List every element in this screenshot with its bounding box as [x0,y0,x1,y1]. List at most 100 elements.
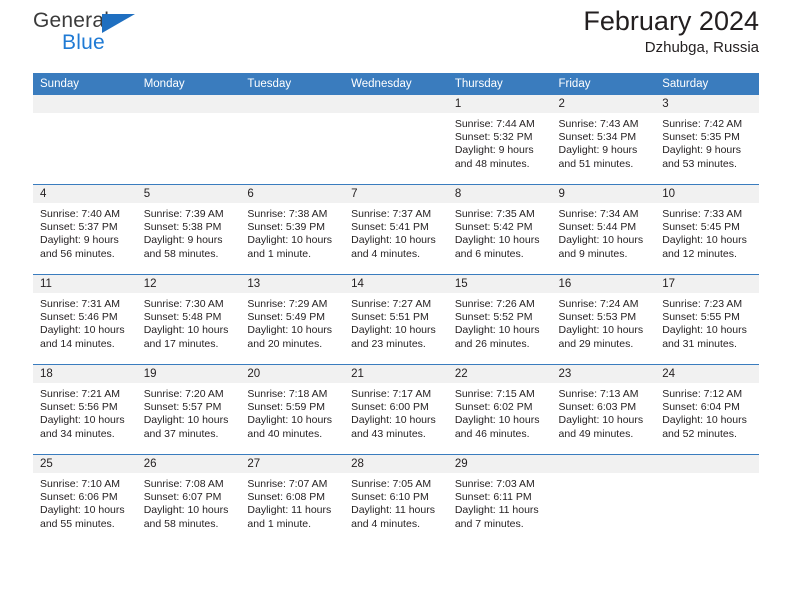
day-sun-info: Sunrise: 7:24 AM Sunset: 5:53 PM Daylight:… [552,293,656,351]
sunset-text: Sunset: 5:39 PM [247,221,326,234]
daylight-text-cont: and 46 minutes. [454,427,530,440]
daylight-text-cont: and 58 minutes. [143,247,219,260]
day-number: 20 [240,365,345,383]
sunrise-text: Sunrise: 7:42 AM [662,118,743,130]
calendar-day-cell-empty [240,95,345,185]
calendar-day-cell[interactable]: 18 Sunrise: 7:21 AM Sunset: 5:56 PM Dayligh… [33,364,137,455]
weekday-header-friday: Friday [551,73,656,95]
sunrise-text: Sunrise: 7:39 AM [143,208,224,220]
weekday-header-tuesday: Tuesday [240,73,345,95]
calendar-day-cell[interactable]: 4 Sunrise: 7:40 AM Sunset: 5:37 PM Daylight… [33,184,137,275]
day-number: 19 [136,365,241,383]
daylight-text: Daylight: 10 hours [143,414,229,427]
daylight-text: Daylight: 10 hours [40,414,125,427]
daylight-text: Daylight: 9 hours [558,144,638,157]
calendar-week-row: 4 Sunrise: 7:40 AM Sunset: 5:37 PM Daylight… [33,184,759,275]
day-sun-info: Sunrise: 7:43 AM Sunset: 5:34 PM Daylight:… [552,113,656,171]
daylight-text-cont: and 6 minutes. [454,247,524,260]
calendar-day-cell[interactable]: 21 Sunrise: 7:17 AM Sunset: 6:00 PM Dayligh… [344,364,448,455]
calendar-day-cell[interactable]: 9 Sunrise: 7:34 AM Sunset: 5:44 PM Daylight… [551,184,656,275]
day-sun-info: Sunrise: 7:15 AM Sunset: 6:02 PM Daylight:… [448,383,552,441]
calendar-day-cell[interactable]: 24 Sunrise: 7:12 AM Sunset: 6:04 PM Dayligh… [655,364,759,455]
day-sun-info: Sunrise: 7:10 AM Sunset: 6:06 PM Daylight:… [33,473,137,531]
calendar-day-cell[interactable]: 28 Sunrise: 7:05 AM Sunset: 6:10 PM Dayligh… [344,454,448,544]
sunrise-text: Sunrise: 7:40 AM [40,208,120,220]
day-number: 12 [136,275,241,293]
day-number [240,95,345,113]
day-sun-info: Sunrise: 7:27 AM Sunset: 5:51 PM Daylight:… [344,293,448,351]
calendar-day-cell[interactable]: 23 Sunrise: 7:13 AM Sunset: 6:03 PM Dayligh… [551,364,656,455]
day-number: 14 [344,275,448,293]
calendar-week-row: 18 Sunrise: 7:21 AM Sunset: 5:56 PM Dayligh… [33,364,759,455]
sunset-text: Sunset: 5:51 PM [351,311,429,324]
calendar-day-cell[interactable]: 8 Sunrise: 7:35 AM Sunset: 5:42 PM Daylight… [447,184,552,275]
day-number: 8 [447,185,552,203]
daylight-text: Daylight: 10 hours [247,414,333,427]
calendar-day-cell[interactable]: 3 Sunrise: 7:42 AM Sunset: 5:35 PM Daylight… [655,95,759,185]
day-number: 17 [655,275,759,293]
calendar-day-cell[interactable]: 2 Sunrise: 7:43 AM Sunset: 5:34 PM Daylight… [551,95,656,185]
calendar-day-cell[interactable]: 11 Sunrise: 7:31 AM Sunset: 5:46 PM Dayligh… [33,274,137,365]
sunrise-text: Sunrise: 7:37 AM [351,208,432,220]
daylight-text-cont: and 58 minutes. [143,517,219,530]
calendar-day-cell[interactable]: 17 Sunrise: 7:23 AM Sunset: 5:55 PM Dayligh… [655,274,759,365]
daylight-text: Daylight: 10 hours [662,414,747,427]
calendar-day-cell[interactable]: 14 Sunrise: 7:27 AM Sunset: 5:51 PM Dayligh… [344,274,448,365]
sunrise-text: Sunrise: 7:17 AM [351,388,432,400]
calendar-day-cell[interactable]: 13 Sunrise: 7:29 AM Sunset: 5:49 PM Dayligh… [240,274,345,365]
page-title: February 2024 [583,6,759,36]
calendar-day-cell[interactable]: 16 Sunrise: 7:24 AM Sunset: 5:53 PM Dayligh… [551,274,656,365]
calendar-day-cell[interactable]: 12 Sunrise: 7:30 AM Sunset: 5:48 PM Dayligh… [136,274,241,365]
calendar-day-cell[interactable]: 5 Sunrise: 7:39 AM Sunset: 5:38 PM Daylight… [136,184,241,275]
sunset-text: Sunset: 5:56 PM [40,401,118,414]
sunset-text: Sunset: 5:59 PM [247,401,326,414]
calendar-day-cell[interactable]: 10 Sunrise: 7:33 AM Sunset: 5:45 PM Dayligh… [655,184,759,275]
sunset-text: Sunset: 5:48 PM [143,311,222,324]
day-sun-info: Sunrise: 7:35 AM Sunset: 5:42 PM Daylight:… [448,203,552,261]
daylight-text: Daylight: 10 hours [662,324,747,337]
sunrise-text: Sunrise: 7:03 AM [454,478,535,490]
day-sun-info: Sunrise: 7:20 AM Sunset: 5:57 PM Daylight:… [137,383,241,441]
daylight-text: Daylight: 9 hours [143,234,223,247]
daylight-text: Daylight: 10 hours [558,234,644,247]
daylight-text: Daylight: 10 hours [662,234,747,247]
calendar-day-cell[interactable]: 29 Sunrise: 7:03 AM Sunset: 6:11 PM Dayligh… [447,454,552,544]
daylight-text-cont: and 1 minute. [247,247,312,260]
day-sun-info: Sunrise: 7:21 AM Sunset: 5:56 PM Daylight:… [33,383,137,441]
sunrise-text: Sunrise: 7:27 AM [351,298,432,310]
sunset-text: Sunset: 5:46 PM [40,311,118,324]
calendar-day-cell[interactable]: 26 Sunrise: 7:08 AM Sunset: 6:07 PM Dayligh… [136,454,241,544]
weekday-header-saturday: Saturday [655,73,759,95]
calendar-day-cell[interactable]: 6 Sunrise: 7:38 AM Sunset: 5:39 PM Daylight… [240,184,345,275]
daylight-text: Daylight: 11 hours [351,504,435,517]
calendar-day-cell[interactable]: 7 Sunrise: 7:37 AM Sunset: 5:41 PM Daylight… [344,184,448,275]
daylight-text: Daylight: 10 hours [351,324,436,337]
calendar-day-cell-empty [655,454,759,544]
sunrise-text: Sunrise: 7:34 AM [558,208,639,220]
calendar-day-cell[interactable]: 1 Sunrise: 7:44 AM Sunset: 5:32 PM Daylight… [447,95,552,185]
sunset-text: Sunset: 5:32 PM [454,131,533,144]
weekday-header-monday: Monday [136,73,241,95]
sunset-text: Sunset: 5:38 PM [143,221,222,234]
sunset-text: Sunset: 5:53 PM [558,311,637,324]
sunrise-text: Sunrise: 7:31 AM [40,298,120,310]
day-sun-info: Sunrise: 7:31 AM Sunset: 5:46 PM Daylight:… [33,293,137,351]
daylight-text: Daylight: 9 hours [454,144,534,157]
calendar-day-cell[interactable]: 25 Sunrise: 7:10 AM Sunset: 6:06 PM Dayligh… [33,454,137,544]
daylight-text: Daylight: 10 hours [454,414,540,427]
daylight-text: Daylight: 9 hours [662,144,742,157]
daylight-text: Daylight: 9 hours [40,234,119,247]
calendar-day-cell[interactable]: 20 Sunrise: 7:18 AM Sunset: 5:59 PM Dayligh… [240,364,345,455]
calendar-day-cell[interactable]: 27 Sunrise: 7:07 AM Sunset: 6:08 PM Dayligh… [240,454,345,544]
day-number: 9 [551,185,656,203]
daylight-text-cont: and 20 minutes. [247,337,323,350]
day-number [551,455,656,473]
calendar-day-cell[interactable]: 22 Sunrise: 7:15 AM Sunset: 6:02 PM Dayligh… [447,364,552,455]
day-number: 6 [240,185,345,203]
calendar-day-cell[interactable]: 19 Sunrise: 7:20 AM Sunset: 5:57 PM Dayligh… [136,364,241,455]
daylight-text: Daylight: 11 hours [247,504,332,517]
calendar-day-cell[interactable]: 15 Sunrise: 7:26 AM Sunset: 5:52 PM Dayligh… [447,274,552,365]
daylight-text-cont: and 48 minutes. [454,157,530,170]
day-number: 21 [344,365,448,383]
general-blue-logo[interactable]: General Blue [33,10,203,62]
